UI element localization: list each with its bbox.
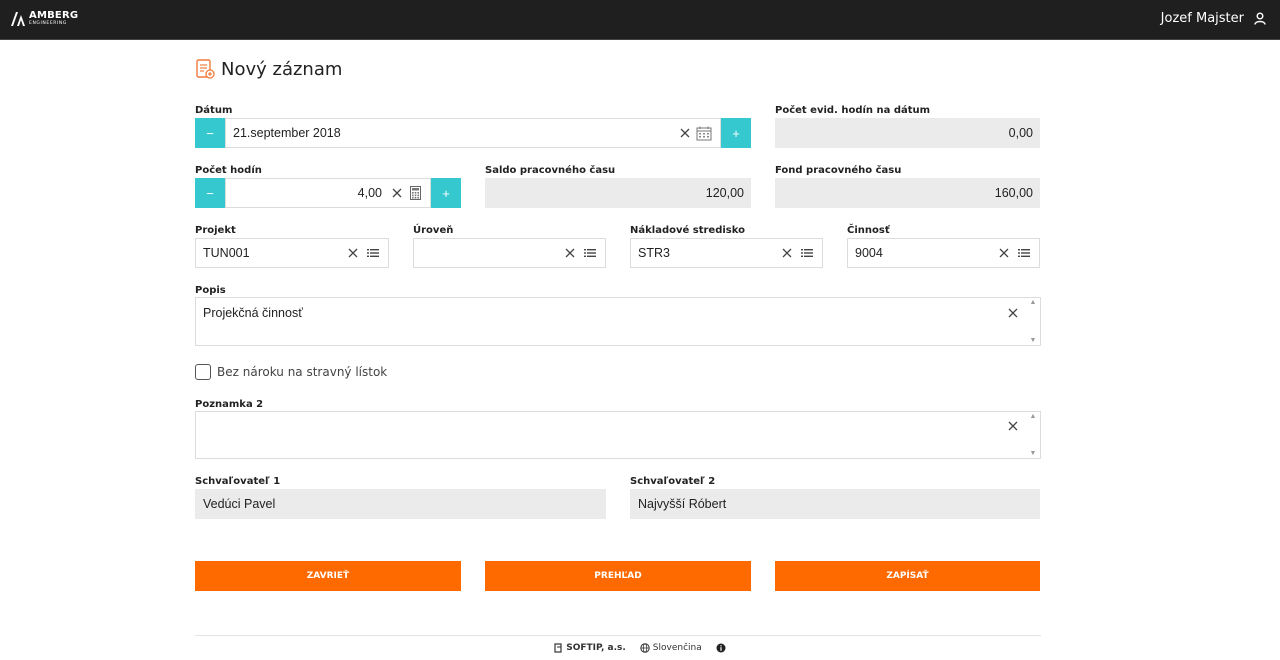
footer-divider — [195, 635, 1041, 636]
schvalovatel2-value: Najvyšší Róbert — [638, 497, 727, 511]
info-button[interactable] — [716, 643, 726, 653]
top-bar: AMBERG ENGINEERING Jozef Majster — [0, 0, 1280, 40]
uroven-label: Úroveň — [413, 225, 454, 236]
nakladove-label: Nákladové stredisko — [630, 225, 745, 236]
list-icon[interactable] — [583, 246, 597, 260]
schvalovatel1-label: Schvaľovateľ 1 — [195, 476, 281, 487]
projekt-field[interactable]: TUN001 — [195, 238, 389, 268]
list-icon[interactable] — [800, 246, 814, 260]
saldo-field: 120,00 — [485, 178, 751, 208]
save-button[interactable]: ZAPÍSAŤ — [775, 561, 1040, 591]
globe-icon — [640, 643, 650, 653]
cinnost-value: 9004 — [855, 246, 883, 260]
pocet-evid-value: 0,00 — [1008, 126, 1033, 140]
user-name: Jozef Majster — [1160, 11, 1244, 26]
poznamka2-label: Poznamka 2 — [195, 399, 264, 410]
language-label: Slovenčina — [652, 643, 702, 653]
softip-icon — [554, 643, 562, 653]
bez-naroku-label[interactable]: Bez nároku na stravný lístok — [217, 365, 387, 379]
company-link[interactable]: SOFTIP, a.s. — [554, 643, 626, 653]
clear-icon[interactable] — [780, 246, 794, 260]
clear-icon[interactable] — [390, 186, 404, 200]
list-icon[interactable] — [1017, 246, 1031, 260]
cinnost-label: Činnosť — [847, 225, 890, 236]
bez-naroku-checkbox[interactable] — [195, 364, 211, 380]
page-header: Nový záznam — [195, 58, 342, 80]
schvalovatel2-field: Najvyšší Róbert — [630, 489, 1040, 519]
pocet-hodin-label: Počet hodín — [195, 165, 262, 176]
schvalovatel2-label: Schvaľovateľ 2 — [630, 476, 716, 487]
hours-field[interactable]: 4,00 — [225, 178, 431, 208]
clear-icon[interactable] — [1006, 306, 1020, 320]
nakladove-field[interactable]: STR3 — [630, 238, 823, 268]
hours-value: 4,00 — [357, 186, 382, 200]
page-title: Nový záznam — [221, 58, 343, 80]
uroven-field[interactable] — [413, 238, 606, 268]
amberg-logo-icon — [11, 12, 25, 26]
saldo-value: 120,00 — [705, 186, 744, 200]
fond-label: Fond pracovného času — [775, 165, 902, 176]
new-record-icon — [196, 59, 215, 79]
clear-icon[interactable] — [997, 246, 1011, 260]
calculator-icon[interactable] — [408, 185, 422, 201]
overview-button[interactable]: PREHĽAD — [485, 561, 751, 591]
popis-textarea[interactable]: Projekčná činnosť ▲ ▼ — [195, 297, 1041, 346]
info-icon — [716, 643, 726, 653]
company-name: SOFTIP, a.s. — [566, 643, 626, 653]
brand-subtitle: ENGINEERING — [29, 21, 67, 27]
scrollbar[interactable]: ▲ ▼ — [1027, 299, 1039, 344]
popis-value: Projekčná činnosť — [203, 306, 303, 320]
nakladove-value: STR3 — [638, 246, 670, 260]
date-value: 21.september 2018 — [233, 126, 341, 140]
pocet-evid-field: 0,00 — [775, 118, 1040, 148]
clear-icon[interactable] — [1006, 419, 1020, 433]
clear-icon[interactable] — [346, 246, 360, 260]
calendar-icon[interactable] — [695, 124, 713, 142]
list-icon[interactable] — [366, 246, 380, 260]
projekt-label: Projekt — [195, 225, 236, 236]
hours-decrement-button[interactable]: − — [195, 178, 225, 208]
projekt-value: TUN001 — [203, 246, 250, 260]
schvalovatel1-value: Vedúci Pavel — [203, 497, 276, 511]
scroll-up-icon[interactable]: ▲ — [1030, 413, 1037, 420]
popis-label: Popis — [195, 285, 226, 296]
scroll-down-icon[interactable]: ▼ — [1030, 337, 1037, 344]
clear-icon[interactable] — [563, 246, 577, 260]
fond-field: 160,00 — [775, 178, 1040, 208]
poznamka2-textarea[interactable]: ▲ ▼ — [195, 411, 1041, 459]
cinnost-field[interactable]: 9004 — [847, 238, 1040, 268]
language-selector[interactable]: Slovenčina — [640, 643, 702, 653]
fond-value: 160,00 — [994, 186, 1033, 200]
scroll-up-icon[interactable]: ▲ — [1030, 299, 1037, 306]
scroll-down-icon[interactable]: ▼ — [1030, 450, 1037, 457]
date-decrement-button[interactable]: − — [195, 118, 225, 148]
brand-name: AMBERG — [29, 10, 79, 22]
date-increment-button[interactable]: + — [721, 118, 751, 148]
user-icon — [1254, 12, 1266, 25]
close-button[interactable]: ZAVRIEŤ — [195, 561, 461, 591]
footer: SOFTIP, a.s. Slovenčina — [0, 643, 1280, 653]
date-field[interactable]: 21.september 2018 — [225, 118, 721, 148]
scrollbar[interactable]: ▲ ▼ — [1027, 413, 1039, 457]
schvalovatel1-field: Vedúci Pavel — [195, 489, 606, 519]
user-menu[interactable]: Jozef Majster — [1161, 11, 1266, 26]
datum-label: Dátum — [195, 105, 233, 116]
hours-increment-button[interactable]: + — [431, 178, 461, 208]
pocet-evid-label: Počet evid. hodín na dátum — [775, 105, 931, 116]
amberg-logo[interactable]: AMBERG ENGINEERING — [10, 10, 78, 28]
saldo-label: Saldo pracovného času — [485, 165, 616, 176]
clear-icon[interactable] — [678, 126, 692, 140]
